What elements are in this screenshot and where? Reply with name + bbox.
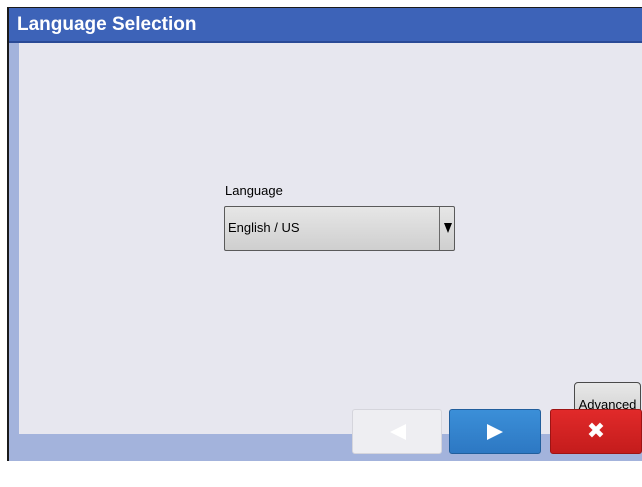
language-selection-window: Language Selection Language English / US… <box>7 7 642 461</box>
language-selected-value: English / US <box>228 220 300 235</box>
cancel-button[interactable]: ✖ <box>550 409 642 454</box>
content-panel: Language English / US Advanced <box>19 43 642 434</box>
next-button[interactable] <box>449 409 541 454</box>
left-triangle-icon <box>390 424 406 440</box>
window-title: Language Selection <box>17 14 197 35</box>
title-bar: Language Selection <box>9 8 642 43</box>
dropdown-divider <box>439 207 440 250</box>
dropdown-arrow-icon <box>444 223 452 233</box>
language-dropdown[interactable]: English / US <box>224 206 455 251</box>
close-x-icon: ✖ <box>586 419 606 444</box>
right-triangle-icon <box>487 424 503 440</box>
back-button[interactable] <box>352 409 442 454</box>
language-label: Language <box>225 183 283 198</box>
